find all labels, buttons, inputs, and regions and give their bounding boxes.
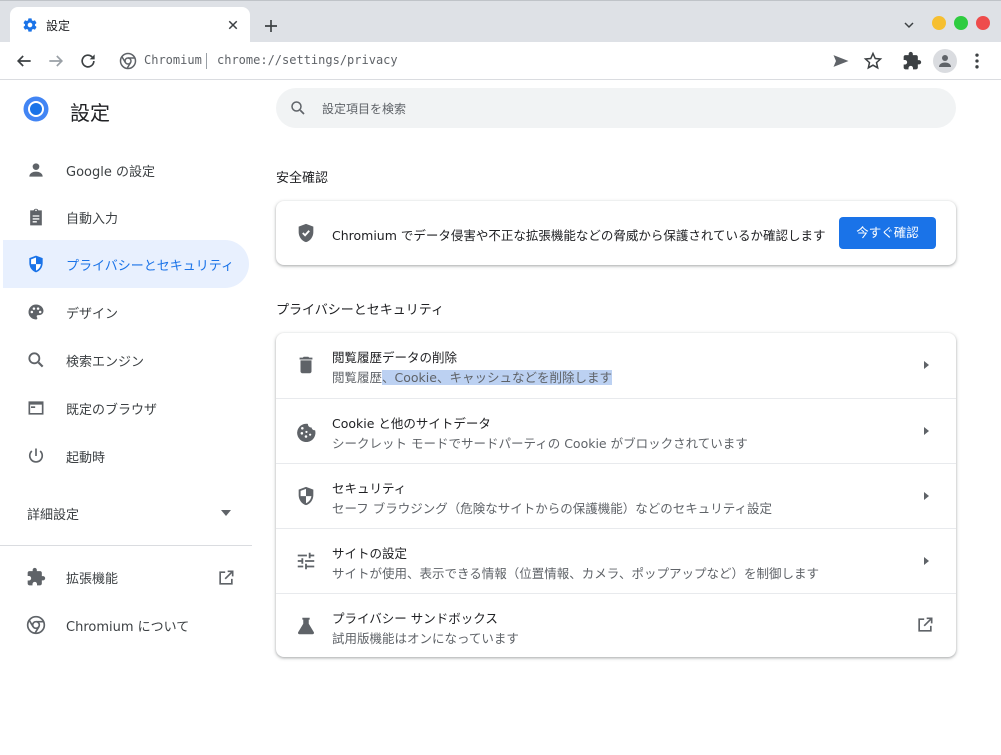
sidebar-item-default-browser[interactable]: 既定のブラウザ <box>3 384 249 432</box>
search-icon <box>291 101 305 115</box>
site-name: Chromium <box>144 53 202 67</box>
shield-check-icon <box>298 223 314 243</box>
more-vert-icon[interactable] <box>967 51 987 71</box>
sidebar-item-label: プライバシーとセキュリティ <box>66 259 234 274</box>
palette-icon <box>28 304 44 320</box>
forward-arrow-icon[interactable] <box>46 51 66 71</box>
section-title-privacy: プライバシーとセキュリティ <box>276 303 444 318</box>
reload-icon[interactable] <box>78 51 98 71</box>
arrow-right-icon <box>924 427 929 435</box>
sidebar-item-on-startup[interactable]: 起動時 <box>3 432 249 480</box>
chromium-logo-icon <box>26 615 46 635</box>
sliders-icon <box>297 552 315 570</box>
sidebar-item-label: Chromium について <box>66 620 190 635</box>
maximize-button[interactable] <box>954 16 968 30</box>
arrow-right-icon <box>924 361 929 369</box>
omnibox-separator <box>206 53 207 69</box>
tab-strip: 設定 <box>0 0 1001 43</box>
star-icon[interactable] <box>863 51 883 71</box>
arrow-right-icon <box>924 557 929 565</box>
power-icon <box>28 448 44 463</box>
safety-check-description: Chromium でデータ侵害や不正な拡張機能などの脅威から保護されているか確認… <box>332 228 826 243</box>
sidebar-item-label: 既定のブラウザ <box>66 403 158 418</box>
toolbar: Chromium chrome://settings/privacy <box>0 42 1001 80</box>
sidebar-item-privacy[interactable]: プライバシーとセキュリティ <box>3 240 249 288</box>
flask-icon <box>298 617 314 635</box>
caret-down-icon[interactable] <box>220 508 232 518</box>
advanced-settings-toggle[interactable]: 詳細設定 <box>27 504 79 523</box>
sidebar-item-about[interactable]: Chromium について <box>3 601 249 649</box>
row-subtitle-part: 閲覧履歴 <box>332 370 383 385</box>
puzzle-icon[interactable] <box>902 51 922 71</box>
page-title: 設定 <box>70 101 110 125</box>
row-title: サイトの設定 <box>332 546 408 561</box>
row-subtitle-selected: 、Cookie、キャッシュなどを削除します <box>382 370 612 385</box>
row-subtitle: サイトが使用、表示できる情報（位置情報、カメラ、ポップアップなど）を制御します <box>332 566 820 581</box>
sidebar-item-google[interactable]: Google の設定 <box>3 146 249 194</box>
section-title-safety-check: 安全確認 <box>276 171 329 186</box>
settings-page: 設定 設定項目を検索 Google の設定 自動入力 プライバシーとセキュリティ… <box>0 81 1001 755</box>
safety-check-card: Chromium でデータ侵害や不正な拡張機能などの脅威から保護されているか確認… <box>276 201 956 265</box>
search-placeholder: 設定項目を検索 <box>322 102 407 116</box>
chromium-logo-icon <box>119 52 137 70</box>
row-subtitle: 試用版機能はオンになっています <box>332 631 519 646</box>
back-arrow-icon[interactable] <box>14 51 34 71</box>
person-icon <box>29 163 43 177</box>
send-icon[interactable] <box>831 51 851 71</box>
close-window-button[interactable] <box>976 16 990 30</box>
sidebar-item-label: 自動入力 <box>66 212 119 227</box>
search-icon <box>28 352 44 368</box>
row-privacy-sandbox[interactable]: プライバシー サンドボックス 試用版機能はオンになっています <box>276 593 956 658</box>
shield-icon <box>298 486 314 506</box>
tab-title: 設定 <box>46 19 71 33</box>
trash-icon <box>299 356 313 374</box>
row-title: Cookie と他のサイトデータ <box>332 416 491 431</box>
row-title: プライバシー サンドボックス <box>332 611 498 626</box>
sidebar-item-label: デザイン <box>66 307 119 322</box>
cookie-icon <box>297 423 316 442</box>
row-cookies[interactable]: Cookie と他のサイトデータ シークレット モードでサードパーティの Coo… <box>276 398 956 463</box>
browser-icon <box>28 401 44 415</box>
minimize-button[interactable] <box>932 16 946 30</box>
clipboard-icon <box>30 208 42 226</box>
row-subtitle: シークレット モードでサードパーティの Cookie がブロックされています <box>332 436 748 451</box>
row-subtitle: セーフ ブラウジング（危険なサイトからの保護機能）などのセキュリティ設定 <box>332 501 772 516</box>
sidebar-divider <box>0 545 252 546</box>
row-title: 閲覧履歴データの削除 <box>332 350 458 365</box>
sidebar-item-label: Google の設定 <box>66 165 155 180</box>
chevron-down-icon[interactable] <box>901 17 917 33</box>
shield-icon <box>29 255 43 273</box>
tab-settings[interactable]: 設定 <box>10 7 250 43</box>
sidebar-item-autofill[interactable]: 自動入力 <box>3 193 249 241</box>
row-security[interactable]: セキュリティ セーフ ブラウジング（危険なサイトからの保護機能）などのセキュリテ… <box>276 463 956 528</box>
close-icon[interactable] <box>224 16 242 34</box>
puzzle-icon <box>27 567 46 586</box>
row-site-settings[interactable]: サイトの設定 サイトが使用、表示できる情報（位置情報、カメラ、ポップアップなど）… <box>276 528 956 593</box>
arrow-right-icon <box>924 492 929 500</box>
browser-window: 設定 Chromium chrome://settings/privacy 設定 <box>0 0 1001 755</box>
row-title: セキュリティ <box>332 481 407 496</box>
open-in-new-icon <box>918 617 933 632</box>
sidebar-item-label: 起動時 <box>66 451 106 466</box>
search-input[interactable]: 設定項目を検索 <box>276 88 956 128</box>
new-tab-icon[interactable] <box>262 17 280 35</box>
sidebar-item-appearance[interactable]: デザイン <box>3 288 249 336</box>
chromium-logo-icon <box>23 96 49 122</box>
row-clear-browsing-data[interactable]: 閲覧履歴データの削除 閲覧履歴、Cookie、キャッシュなどを削除します <box>276 333 956 398</box>
row-subtitle: 閲覧履歴、Cookie、キャッシュなどを削除します <box>332 367 612 386</box>
open-in-new-icon[interactable] <box>216 568 236 588</box>
gear-icon <box>23 18 37 32</box>
sidebar-item-search-engine[interactable]: 検索エンジン <box>3 336 249 384</box>
profile-avatar[interactable] <box>933 49 957 73</box>
check-now-button[interactable]: 今すぐ確認 <box>839 217 936 249</box>
privacy-card: 閲覧履歴データの削除 閲覧履歴、Cookie、キャッシュなどを削除します Coo… <box>276 333 956 657</box>
sidebar-item-label: 検索エンジン <box>66 355 145 370</box>
sidebar-item-extensions[interactable]: 拡張機能 <box>3 553 249 601</box>
sidebar-item-label: 拡張機能 <box>66 572 119 587</box>
address-bar[interactable]: chrome://settings/privacy <box>217 53 398 67</box>
person-icon <box>939 55 951 67</box>
